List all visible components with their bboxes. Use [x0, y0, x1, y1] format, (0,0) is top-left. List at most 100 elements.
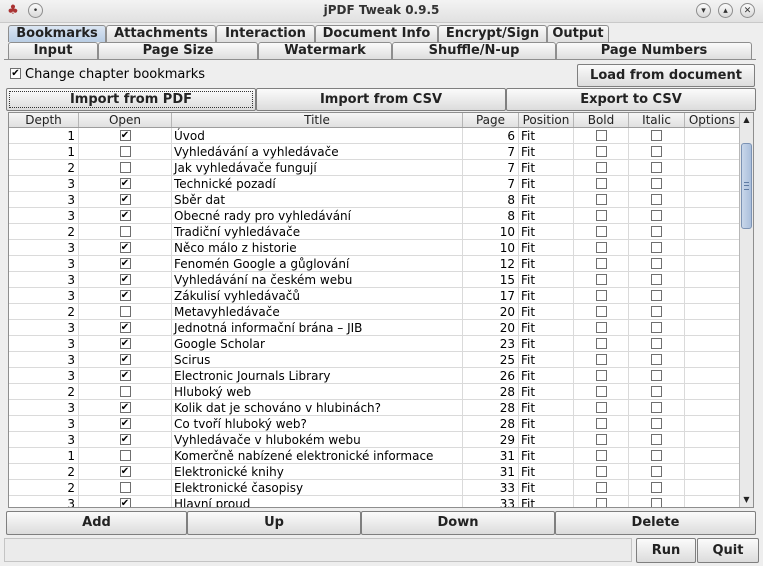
position-cell[interactable]: Fit — [519, 464, 574, 480]
depth-cell[interactable]: 2 — [9, 464, 79, 480]
bold-cell[interactable] — [574, 448, 629, 464]
depth-cell[interactable]: 2 — [9, 384, 79, 400]
tab-encrypt-sign[interactable]: Encrypt/Sign — [438, 25, 547, 42]
page-cell[interactable]: 8 — [463, 208, 519, 224]
tab-input[interactable]: Input — [8, 42, 98, 59]
bookmarks-table[interactable]: Depth Open Title Page Position Bold Italic Opti… — [8, 112, 754, 508]
bold-checkbox[interactable] — [595, 274, 607, 285]
tab-page-size[interactable]: Page Size — [98, 42, 258, 59]
italic-cell[interactable] — [629, 240, 685, 256]
bold-cell[interactable] — [574, 432, 629, 448]
options-cell[interactable] — [685, 144, 740, 160]
table-row[interactable]: 3 ✔ Vyhledávače v hlubokém webu 29 Fit — [9, 432, 740, 448]
italic-cell[interactable] — [629, 224, 685, 240]
bold-checkbox[interactable] — [595, 450, 607, 461]
table-row[interactable]: 3 ✔ Zákulisí vyhledávačů 17 Fit — [9, 288, 740, 304]
bold-cell[interactable] — [574, 336, 629, 352]
bold-cell[interactable] — [574, 304, 629, 320]
italic-checkbox[interactable] — [651, 194, 662, 205]
delete-button[interactable]: Delete — [555, 511, 756, 535]
bold-cell[interactable] — [574, 400, 629, 416]
open-checkbox[interactable]: ✔ — [119, 242, 131, 253]
load-from-document-button[interactable]: Load from document — [577, 64, 755, 87]
open-cell[interactable]: ✔ — [79, 496, 172, 507]
table-row[interactable]: 3 ✔ Google Scholar 23 Fit — [9, 336, 740, 352]
options-cell[interactable] — [685, 192, 740, 208]
title-cell[interactable]: Google Scholar — [172, 336, 463, 352]
table-row[interactable]: 3 ✔ Vyhledávání na českém webu 15 Fit — [9, 272, 740, 288]
vertical-scrollbar[interactable]: ▲ ▼ — [739, 113, 753, 507]
tab-bookmarks[interactable]: Bookmarks — [8, 25, 106, 42]
italic-cell[interactable] — [629, 176, 685, 192]
italic-cell[interactable] — [629, 320, 685, 336]
italic-checkbox[interactable] — [651, 338, 662, 349]
open-checkbox[interactable]: ✔ — [119, 370, 131, 381]
italic-cell[interactable] — [629, 288, 685, 304]
page-cell[interactable]: 10 — [463, 240, 519, 256]
table-row[interactable]: 3 ✔ Jednotná informační brána – JIB 20 Fit — [9, 320, 740, 336]
depth-cell[interactable]: 1 — [9, 144, 79, 160]
bold-checkbox[interactable] — [595, 178, 607, 189]
position-cell[interactable]: Fit — [519, 224, 574, 240]
bold-cell[interactable] — [574, 288, 629, 304]
tab-document-info[interactable]: Document Info — [315, 25, 438, 42]
italic-checkbox[interactable] — [651, 370, 662, 381]
table-row[interactable]: 2 Elektronické časopisy 33 Fit — [9, 480, 740, 496]
open-cell[interactable]: ✔ — [79, 368, 172, 384]
run-button[interactable]: Run — [636, 538, 696, 563]
position-cell[interactable]: Fit — [519, 256, 574, 272]
open-checkbox[interactable]: ✔ — [119, 498, 131, 507]
depth-cell[interactable]: 3 — [9, 352, 79, 368]
position-cell[interactable]: Fit — [519, 320, 574, 336]
italic-checkbox[interactable] — [651, 290, 662, 301]
title-cell[interactable]: Něco málo z historie — [172, 240, 463, 256]
bold-cell[interactable] — [574, 176, 629, 192]
position-cell[interactable]: Fit — [519, 144, 574, 160]
page-cell[interactable]: 20 — [463, 320, 519, 336]
table-row[interactable]: 2 Tradiční vyhledávače 10 Fit — [9, 224, 740, 240]
position-cell[interactable]: Fit — [519, 160, 574, 176]
depth-cell[interactable]: 3 — [9, 432, 79, 448]
italic-checkbox[interactable] — [651, 226, 662, 237]
page-cell[interactable]: 17 — [463, 288, 519, 304]
column-header-italic[interactable]: Italic — [629, 113, 685, 127]
bold-cell[interactable] — [574, 160, 629, 176]
open-checkbox[interactable]: ✔ — [119, 402, 131, 413]
table-row[interactable]: 3 ✔ Hlavní proud 33 Fit — [9, 496, 740, 507]
italic-checkbox[interactable] — [651, 162, 662, 173]
table-row[interactable]: 3 ✔ Fenomén Google a gůglování 12 Fit — [9, 256, 740, 272]
depth-cell[interactable]: 3 — [9, 192, 79, 208]
column-header-bold[interactable]: Bold — [574, 113, 629, 127]
open-checkbox[interactable] — [119, 450, 131, 461]
page-cell[interactable]: 26 — [463, 368, 519, 384]
options-cell[interactable] — [685, 384, 740, 400]
bold-checkbox[interactable] — [595, 370, 607, 381]
title-cell[interactable]: Jak vyhledávače fungují — [172, 160, 463, 176]
open-checkbox[interactable]: ✔ — [119, 194, 131, 205]
open-cell[interactable] — [79, 160, 172, 176]
title-cell[interactable]: Hlavní proud — [172, 496, 463, 507]
bold-cell[interactable] — [574, 272, 629, 288]
export-to-csv-button[interactable]: Export to CSV — [506, 88, 756, 111]
open-cell[interactable]: ✔ — [79, 400, 172, 416]
close-icon[interactable]: ✕ — [740, 3, 755, 18]
italic-cell[interactable] — [629, 352, 685, 368]
depth-cell[interactable]: 3 — [9, 208, 79, 224]
position-cell[interactable]: Fit — [519, 400, 574, 416]
open-cell[interactable]: ✔ — [79, 256, 172, 272]
page-cell[interactable]: 28 — [463, 416, 519, 432]
open-checkbox[interactable]: ✔ — [119, 354, 131, 365]
options-cell[interactable] — [685, 320, 740, 336]
open-cell[interactable]: ✔ — [79, 272, 172, 288]
bold-cell[interactable] — [574, 416, 629, 432]
bold-checkbox[interactable] — [595, 498, 607, 507]
column-header-depth[interactable]: Depth — [9, 113, 79, 127]
open-checkbox[interactable]: ✔ — [119, 466, 131, 477]
page-cell[interactable]: 25 — [463, 352, 519, 368]
bold-checkbox[interactable] — [595, 418, 607, 429]
depth-cell[interactable]: 3 — [9, 368, 79, 384]
column-header-title[interactable]: Title — [172, 113, 463, 127]
options-cell[interactable] — [685, 176, 740, 192]
position-cell[interactable]: Fit — [519, 416, 574, 432]
column-header-open[interactable]: Open — [79, 113, 172, 127]
